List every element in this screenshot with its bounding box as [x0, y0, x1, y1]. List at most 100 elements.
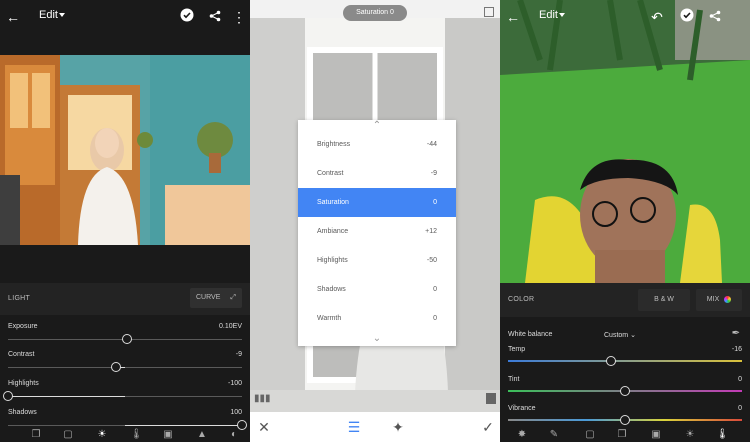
slider-handle[interactable] — [110, 362, 121, 372]
cancel-x-icon[interactable]: ✕ — [256, 419, 272, 435]
section-label: COLOR — [508, 296, 535, 303]
menu-item-value: 0 — [433, 286, 437, 293]
eyedropper-icon[interactable]: ✒ — [732, 328, 740, 339]
slider-track[interactable] — [3, 391, 242, 401]
chevron-down-icon: ⌄ — [630, 332, 636, 339]
detail-icon[interactable]: ▲ — [196, 429, 208, 441]
mix-button-label: MIX — [706, 296, 720, 303]
compare-icon[interactable] — [486, 393, 496, 404]
tune-adjustment-menu: ⌃ Brightness -44 Contrast -9 Saturation … — [298, 120, 456, 346]
slider-value: 0 — [738, 376, 742, 383]
menu-item-value: 0 — [433, 315, 437, 322]
menu-item-contrast[interactable]: Contrast -9 — [298, 159, 456, 188]
apply-check-icon[interactable]: ✓ — [480, 419, 496, 435]
slider-label: Contrast — [8, 351, 35, 358]
done-check-icon[interactable] — [678, 8, 696, 26]
presets-icon[interactable]: ❐ — [30, 429, 42, 441]
menu-item-value: -9 — [430, 170, 437, 177]
profile-icon[interactable]: ▣ — [650, 429, 662, 441]
temp-slider[interactable]: Temp -16 — [500, 346, 750, 374]
more-options-icon[interactable]: ⋮ — [230, 8, 248, 26]
temp-gradient-track[interactable] — [508, 356, 742, 366]
highlights-slider[interactable]: Highlights -100 — [0, 380, 250, 408]
chevron-down-icon[interactable] — [59, 13, 65, 17]
edit-title[interactable]: Edit — [39, 9, 58, 21]
share-icon[interactable] — [206, 8, 224, 26]
slider-track[interactable] — [8, 334, 242, 344]
exposure-slider[interactable]: Exposure 0.10EV — [0, 323, 250, 351]
menu-item-value: 0 — [433, 199, 437, 206]
back-arrow-icon[interactable]: ← — [4, 8, 22, 26]
menu-item-shadows[interactable]: Shadows 0 — [298, 275, 456, 304]
strip-background — [250, 390, 500, 412]
slider-handle[interactable] — [3, 391, 13, 401]
slider-track[interactable] — [8, 362, 242, 372]
effects-icon[interactable]: ▣ — [162, 429, 174, 441]
vibrance-gradient-track[interactable] — [508, 415, 742, 425]
slider-handle[interactable] — [620, 415, 630, 425]
slider-label: Exposure — [8, 323, 38, 330]
menu-item-ambiance[interactable]: Ambiance +12 — [298, 217, 456, 246]
color-thermometer-icon[interactable]: 🌡 — [716, 429, 729, 441]
curve-button[interactable]: CURVE ⤢ — [190, 288, 242, 308]
light-sun-icon[interactable]: ☀ — [684, 429, 696, 441]
screenshot-collage: ← Edit ⋮ LIGHT CURVE ⤢ Exposure 0.10EV C… — [0, 0, 750, 442]
adjustment-status-pill: Saturation 0 — [343, 5, 407, 21]
done-check-icon[interactable] — [178, 8, 196, 26]
color-section-header: COLOR B & W MIX — [500, 283, 750, 317]
color-thermometer-icon[interactable]: 🌡 — [130, 429, 143, 441]
menu-item-highlights[interactable]: Highlights -50 — [298, 246, 456, 275]
top-bar: ← Edit ⋮ — [0, 0, 250, 34]
menu-item-label: Brightness — [317, 141, 351, 148]
curve-icon: ⤢ — [230, 294, 236, 301]
slider-value: -16 — [731, 346, 742, 353]
bottom-toolbar: ❐ ▢ ☀ 🌡 ▣ ▲ ◐ — [0, 428, 250, 442]
curve-button-label: CURVE — [196, 294, 221, 301]
tune-sliders-icon[interactable]: ☰ — [346, 419, 362, 435]
back-arrow-icon[interactable]: ← — [504, 8, 522, 26]
presets-icon[interactable]: ❐ — [616, 429, 628, 441]
menu-item-label: Ambiance — [317, 228, 349, 235]
tint-slider[interactable]: Tint 0 — [500, 376, 750, 404]
menu-item-value: +12 — [425, 228, 437, 235]
photo-preview — [500, 0, 750, 283]
menu-item-warmth[interactable]: Warmth 0 — [298, 304, 456, 333]
edit-title[interactable]: Edit — [539, 9, 558, 21]
slider-handle[interactable] — [620, 386, 630, 396]
white-balance-label: White balance — [508, 331, 553, 338]
lightroom-color-panel: ← Edit ↶ COLOR B & W MIX White balance C… — [500, 0, 750, 442]
contrast-slider[interactable]: Contrast -9 — [0, 351, 250, 379]
slider-label: Highlights — [8, 380, 39, 387]
photo-preview — [0, 55, 250, 245]
light-sun-icon[interactable]: ☀ — [96, 429, 108, 441]
snapseed-tune-panel: Saturation 0 ⌃ Brightness -44 Contrast -… — [250, 0, 500, 442]
mix-button[interactable]: MIX — [696, 289, 742, 311]
crop-icon[interactable]: ▢ — [62, 429, 74, 441]
crop-icon[interactable]: ▢ — [584, 429, 596, 441]
auto-wand-icon[interactable]: ✦ — [390, 419, 406, 435]
tint-gradient-track[interactable] — [508, 386, 742, 396]
slider-label: Temp — [508, 346, 526, 353]
chevron-down-icon[interactable]: ⌄ — [298, 333, 456, 345]
slider-handle[interactable] — [122, 334, 133, 344]
slider-handle[interactable] — [605, 356, 616, 366]
slider-fill — [125, 425, 242, 426]
bw-button[interactable]: B & W — [638, 289, 690, 311]
auto-icon[interactable]: ✸ — [516, 429, 528, 441]
undo-icon[interactable]: ↶ — [648, 8, 666, 26]
menu-item-saturation[interactable]: Saturation 0 — [298, 188, 456, 217]
brush-icon[interactable]: ✎ — [548, 429, 560, 441]
menu-item-brightness[interactable]: Brightness -44 — [298, 130, 456, 159]
compare-split-icon[interactable] — [484, 7, 494, 17]
optics-icon[interactable]: ◐ — [228, 429, 240, 441]
chevron-down-icon[interactable] — [559, 13, 565, 17]
share-icon[interactable] — [706, 8, 724, 26]
slider-label: Vibrance — [508, 405, 536, 412]
slider-value: 0 — [738, 405, 742, 412]
menu-item-label: Warmth — [317, 315, 342, 322]
slider-track[interactable] — [8, 420, 247, 430]
histogram-icon[interactable]: ▮▮▮ — [254, 393, 271, 405]
menu-item-label: Saturation — [317, 199, 349, 206]
snapseed-bottom-bar: ✕ ☰ ✦ ✓ — [250, 412, 500, 442]
white-balance-dropdown[interactable]: Custom ⌄ — [604, 331, 636, 339]
